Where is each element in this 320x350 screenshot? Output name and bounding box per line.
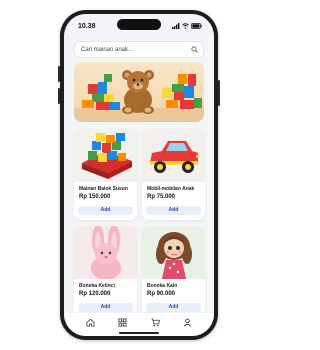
product-card[interactable]: Mainan Balok Susun Rp 150.000 Add	[74, 129, 137, 220]
search-input[interactable]: Cari mainan anak...	[74, 41, 204, 58]
product-name: Mainan Balok Susun	[79, 186, 128, 192]
product-name: Boneka Kain	[147, 283, 178, 289]
rag-doll-image	[156, 232, 192, 279]
profile-icon	[184, 318, 192, 327]
product-price: Rp 90.000	[147, 291, 176, 297]
battery-icon	[191, 23, 202, 29]
grid-icon	[118, 318, 127, 327]
product-image	[142, 226, 205, 279]
add-button[interactable]: Add	[146, 206, 201, 215]
add-button[interactable]: Add	[146, 303, 201, 312]
signal-icon	[172, 23, 180, 29]
power-button	[218, 80, 220, 106]
search-icon[interactable]	[191, 46, 198, 53]
product-name: Mobil-mobilan Anak	[147, 186, 195, 192]
product-price: Rp 120.000	[79, 291, 111, 297]
toy-car-image	[150, 141, 199, 173]
tab-cart[interactable]	[148, 316, 162, 330]
product-card[interactable]: Boneka Kain Rp 90.000 Add	[142, 226, 205, 317]
cart-icon	[151, 318, 160, 327]
volume-up-button	[58, 66, 60, 82]
promo-banner[interactable]	[74, 62, 204, 122]
tab-categories[interactable]	[116, 316, 130, 330]
product-price: Rp 75.000	[147, 194, 176, 200]
product-image	[142, 129, 205, 182]
tab-home[interactable]	[83, 316, 97, 330]
building-blocks-image	[82, 133, 132, 179]
home-icon	[86, 318, 95, 327]
product-image	[74, 226, 137, 279]
status-bar: 10.38	[78, 21, 202, 31]
product-card[interactable]: Boneka Kelinci Rp 120.000 Add	[74, 226, 137, 317]
bunny-plush-image	[91, 226, 121, 279]
teddy-bear-toys-image	[74, 70, 204, 122]
app-screen: 10.38 Cari mainan anak... Mainan Balok S…	[64, 14, 214, 336]
product-price: Rp 150.000	[79, 194, 111, 200]
home-indicator	[119, 332, 159, 334]
status-icons	[172, 23, 202, 29]
product-card[interactable]: Mobil-mobilan Anak Rp 75.000 Add	[142, 129, 205, 220]
tab-profile[interactable]	[181, 316, 195, 330]
wifi-icon	[182, 23, 189, 29]
add-button[interactable]: Add	[78, 206, 133, 215]
product-name: Boneka Kelinci	[79, 283, 115, 289]
volume-down-button	[58, 88, 60, 104]
product-image	[74, 129, 137, 182]
phone-frame: 10.38 Cari mainan anak... Mainan Balok S…	[58, 10, 220, 340]
status-time: 10.38	[78, 22, 96, 30]
search-placeholder: Cari mainan anak...	[81, 46, 134, 53]
add-button[interactable]: Add	[78, 303, 133, 312]
